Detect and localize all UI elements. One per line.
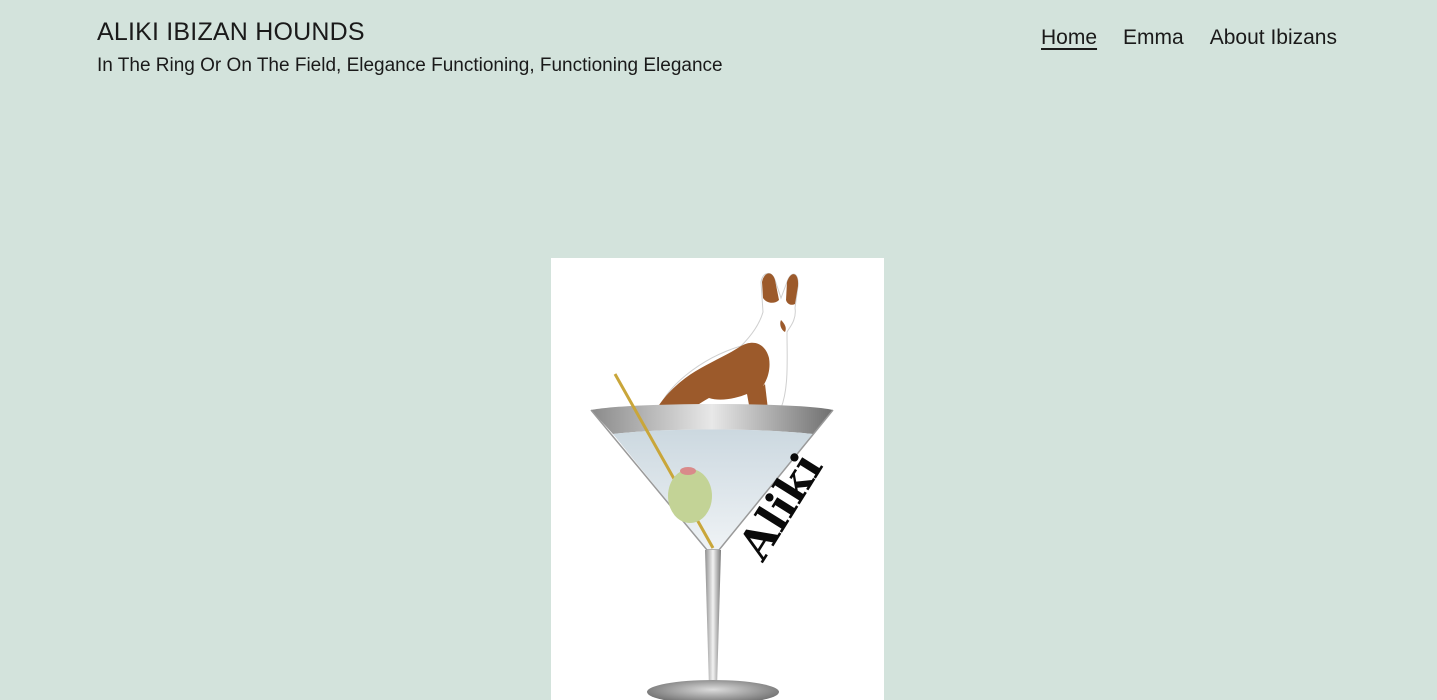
page: ALIKI IBIZAN HOUNDS In The Ring Or On Th… (0, 0, 1437, 700)
hero-logo-image: Aliki (551, 258, 884, 700)
nav-item-home[interactable]: Home (1041, 24, 1097, 52)
site-tagline: In The Ring Or On The Field, Elegance Fu… (97, 55, 723, 76)
site-header: ALIKI IBIZAN HOUNDS In The Ring Or On Th… (0, 0, 1437, 100)
site-title-link[interactable]: ALIKI IBIZAN HOUNDS (97, 17, 365, 47)
hound-icon (650, 273, 799, 420)
martini-glass-icon (590, 404, 834, 700)
nav-item-about-ibizans[interactable]: About Ibizans (1210, 24, 1337, 52)
aliki-martini-logo: Aliki (590, 273, 834, 700)
primary-nav: Home Emma About Ibizans (1041, 24, 1337, 52)
nav-item-emma[interactable]: Emma (1123, 24, 1184, 52)
